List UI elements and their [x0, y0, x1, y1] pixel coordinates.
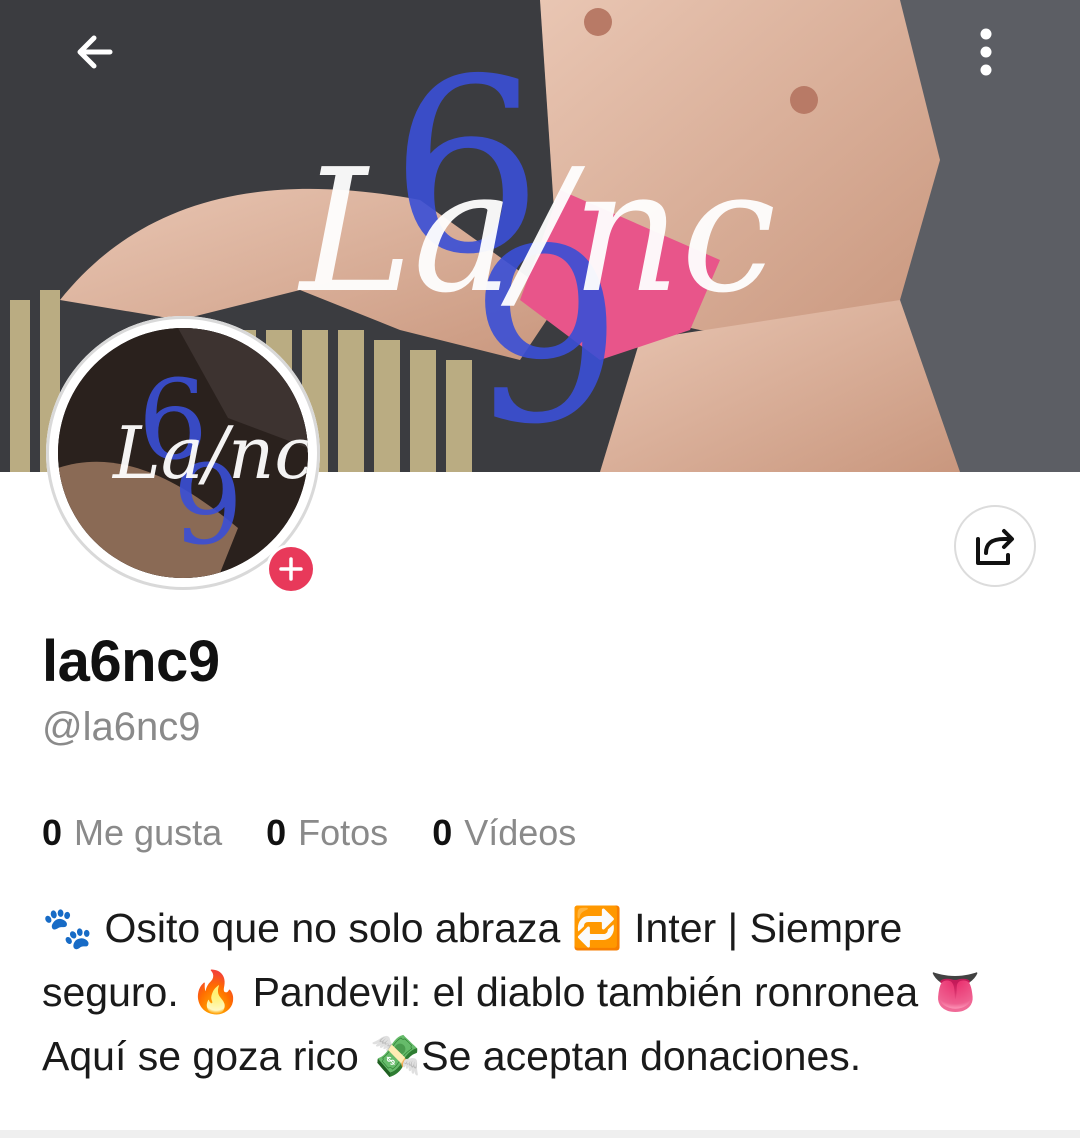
- more-options-button[interactable]: [946, 12, 1026, 92]
- avatar: 6 9 La/nc: [58, 328, 308, 578]
- svg-text:La/nc: La/nc: [297, 133, 776, 331]
- more-vertical-icon: [980, 28, 992, 76]
- stat-photos[interactable]: 0 Fotos: [266, 812, 388, 854]
- stat-photos-value: 0: [266, 812, 287, 853]
- bio-line-3: Aquí se goza rico 💸Se aceptan donaciones…: [42, 1033, 862, 1079]
- stat-likes-value: 0: [42, 812, 63, 853]
- bio-line-1: 🐾 Osito que no solo abraza 🔁 Inter | Sie…: [42, 905, 903, 951]
- stat-videos-label: Vídeos: [464, 812, 577, 853]
- stat-photos-label: Fotos: [298, 812, 389, 853]
- stat-videos[interactable]: 0 Vídeos: [432, 812, 576, 854]
- stat-likes-label: Me gusta: [74, 812, 223, 853]
- stat-videos-value: 0: [432, 812, 453, 853]
- stat-likes[interactable]: 0 Me gusta: [42, 812, 222, 854]
- profile-stats: 0 Me gusta 0 Fotos 0 Vídeos: [42, 812, 576, 854]
- section-divider: [0, 1130, 1080, 1138]
- profile-handle: @la6nc9: [42, 705, 201, 749]
- profile-display-name: la6nc9: [42, 629, 220, 694]
- back-button[interactable]: [54, 12, 134, 92]
- share-icon: [976, 529, 1014, 565]
- add-follow-button[interactable]: [266, 544, 316, 594]
- bio-line-2: seguro. 🔥 Pandevil: el diablo también ro…: [42, 969, 981, 1015]
- share-button[interactable]: [954, 505, 1036, 587]
- plus-icon: [279, 557, 303, 581]
- profile-bio: 🐾 Osito que no solo abraza 🔁 Inter | Sie…: [42, 896, 1042, 1088]
- avatar-image: 6 9 La/nc: [58, 328, 308, 578]
- svg-text:La/nc: La/nc: [111, 411, 308, 495]
- arrow-left-icon: [77, 35, 113, 69]
